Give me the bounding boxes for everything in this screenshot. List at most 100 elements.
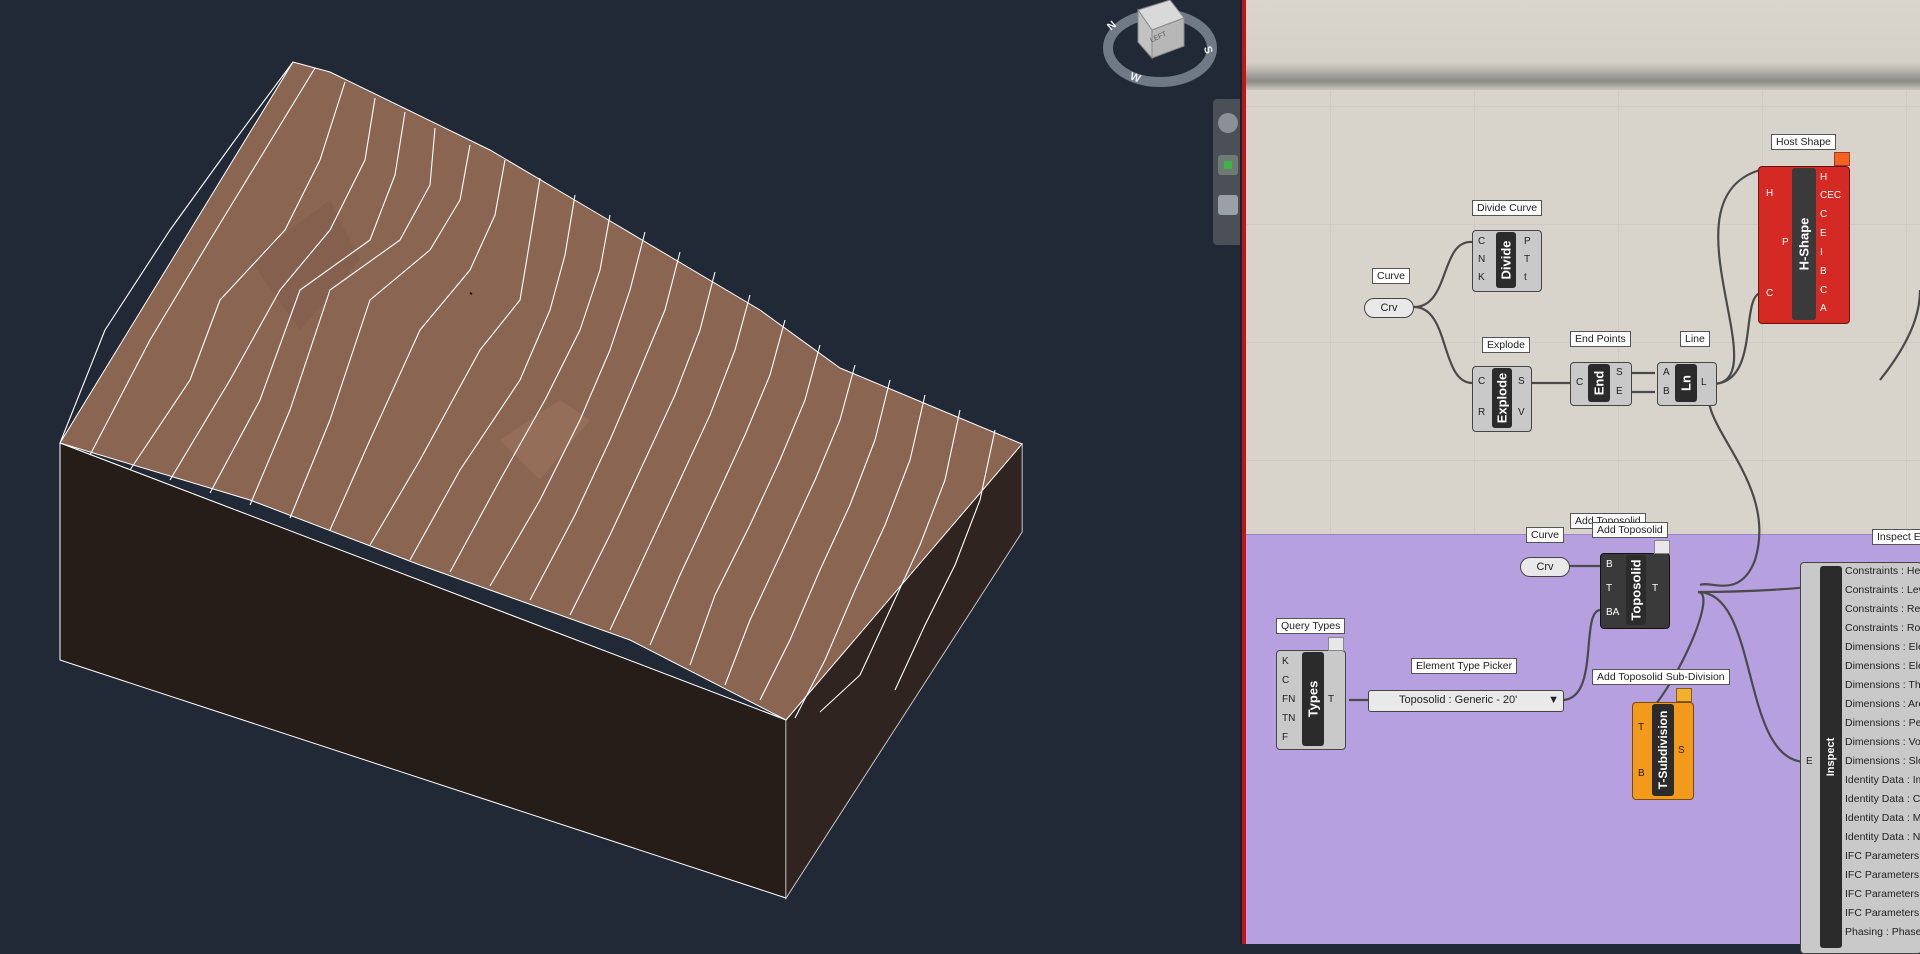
line-title: Line	[1680, 331, 1710, 347]
input-port[interactable]: F	[1282, 732, 1288, 744]
output-port[interactable]: P	[1524, 236, 1531, 248]
navigation-bar	[1213, 99, 1243, 245]
input-port[interactable]: C	[1576, 377, 1583, 389]
inspect-output[interactable]: Dimensions : Slo	[1845, 755, 1920, 767]
inspect-output[interactable]: Constraints : Rel	[1845, 603, 1920, 615]
inspect-output[interactable]: Identity Data : N	[1845, 831, 1920, 843]
output-port[interactable]: E	[1820, 228, 1827, 240]
curve-param[interactable]: Crv	[1364, 298, 1414, 318]
input-port[interactable]: K	[1282, 656, 1289, 668]
inspect-output[interactable]: IFC Parameters :	[1845, 869, 1920, 881]
output-port[interactable]: S	[1518, 376, 1525, 388]
inspect-output[interactable]: IFC Parameters :	[1845, 907, 1920, 919]
query-types-component[interactable]: Types K C FN TN F T	[1276, 650, 1346, 750]
query-types-preview-icon[interactable]	[1328, 637, 1344, 651]
orbit-icon[interactable]	[1218, 195, 1238, 215]
input-port[interactable]: H	[1766, 188, 1773, 200]
output-port[interactable]: CEC	[1820, 190, 1841, 202]
inspect-output[interactable]: Identity Data : Im	[1845, 774, 1920, 786]
input-port[interactable]: BA	[1606, 607, 1619, 619]
divide-curve-title: Divide Curve	[1472, 200, 1543, 216]
explode-component[interactable]: Explode C R S V	[1472, 366, 1532, 432]
inspect-name: Inspect	[1825, 737, 1837, 777]
add-subdivision-component[interactable]: T-Subdivision T B S	[1632, 702, 1694, 800]
inspect-output[interactable]: IFC Parameters :	[1845, 888, 1920, 900]
input-port[interactable]: C	[1766, 288, 1773, 300]
element-type-picker-value: Toposolid : Generic - 20'	[1399, 694, 1518, 706]
input-port[interactable]: A	[1663, 367, 1670, 379]
divide-curve-component[interactable]: Divide C N K P T t	[1472, 230, 1542, 292]
host-shape-preview-icon[interactable]	[1834, 152, 1850, 166]
inspect-output[interactable]: Constraints : He	[1845, 565, 1920, 577]
output-port[interactable]: S	[1616, 367, 1623, 379]
inspect-output[interactable]: Constraints : Lev	[1845, 584, 1920, 596]
add-toposolid-name: Toposolid	[1628, 559, 1644, 621]
host-shape-title: Host Shape	[1771, 134, 1836, 150]
output-port[interactable]: t	[1524, 272, 1527, 284]
add-subdivision-preview-icon[interactable]	[1676, 688, 1692, 702]
input-port[interactable]: T	[1606, 583, 1612, 595]
input-port[interactable]: B	[1638, 768, 1645, 780]
inspect-output[interactable]: Dimensions : Per	[1845, 717, 1920, 729]
input-port[interactable]: K	[1478, 272, 1485, 284]
host-shape-name: H-Shape	[1796, 217, 1812, 271]
output-port[interactable]: B	[1820, 266, 1827, 278]
viewcube[interactable]: LEFT N W S	[1100, 0, 1220, 90]
output-port[interactable]: H	[1820, 172, 1827, 184]
input-port[interactable]: C	[1282, 675, 1289, 687]
line-component[interactable]: Ln A B L	[1657, 362, 1717, 406]
input-port[interactable]: N	[1478, 254, 1485, 266]
input-port[interactable]: TN	[1282, 713, 1295, 725]
element-type-picker[interactable]: Toposolid : Generic - 20' ▼	[1368, 690, 1564, 712]
inspect-output[interactable]: Dimensions : Thi	[1845, 679, 1920, 691]
output-port[interactable]: I	[1820, 247, 1823, 259]
inspect-output[interactable]: Dimensions : Vol	[1845, 736, 1920, 748]
group-header-bar	[1246, 0, 1920, 90]
end-points-name: End	[1591, 370, 1607, 396]
input-port[interactable]: C	[1478, 376, 1485, 388]
input-port[interactable]: B	[1606, 559, 1613, 571]
3d-viewport[interactable]: LEFT N W S	[0, 0, 1240, 944]
output-port[interactable]: C	[1820, 209, 1827, 221]
add-toposolid-component[interactable]: Toposolid B T BA T	[1600, 553, 1670, 629]
end-points-title: End Points	[1570, 331, 1631, 347]
pan-icon[interactable]	[1218, 155, 1238, 175]
query-types-title: Query Types	[1276, 618, 1346, 634]
inspect-component[interactable]: Inspect E	[1800, 562, 1920, 954]
inspect-output[interactable]: Dimensions : Ele	[1845, 641, 1920, 653]
inspect-output[interactable]: Identity Data : Co	[1845, 793, 1920, 805]
output-port[interactable]: T	[1524, 254, 1530, 266]
explode-name: Explode	[1494, 372, 1510, 424]
input-port[interactable]: R	[1478, 407, 1485, 419]
input-port[interactable]: B	[1663, 386, 1670, 398]
output-port[interactable]: V	[1518, 407, 1525, 419]
output-port[interactable]: E	[1616, 386, 1623, 398]
add-toposolid-preview-icon[interactable]	[1654, 540, 1670, 554]
output-port[interactable]: L	[1701, 377, 1707, 389]
inspect-output[interactable]: Constraints : Roo	[1845, 622, 1920, 634]
end-points-component[interactable]: End C S E	[1570, 362, 1632, 406]
inspect-output[interactable]: Dimensions : Are	[1845, 698, 1920, 710]
inspect-title: Inspect E	[1872, 529, 1920, 545]
inspect-output[interactable]: Identity Data : M	[1845, 812, 1920, 824]
output-port[interactable]: T	[1652, 583, 1658, 595]
explode-title: Explode	[1482, 337, 1530, 353]
input-port[interactable]: T	[1638, 722, 1644, 734]
host-shape-component[interactable]: H-Shape H P C H CEC C E I B C A	[1758, 166, 1850, 324]
inspect-output[interactable]: Dimensions : Ele	[1845, 660, 1920, 672]
curve-param-title-2: Curve	[1526, 527, 1565, 543]
output-port[interactable]: A	[1820, 303, 1827, 315]
input-port[interactable]: P	[1782, 237, 1789, 249]
inspect-output[interactable]: Phasing : Phase	[1845, 926, 1920, 938]
input-port[interactable]: C	[1478, 236, 1485, 248]
inspect-output[interactable]: IFC Parameters :	[1845, 850, 1920, 862]
curve-param-2[interactable]: Crv	[1520, 557, 1570, 577]
line-name: Ln	[1678, 375, 1694, 391]
steering-wheel-icon[interactable]	[1218, 113, 1238, 133]
input-port[interactable]: FN	[1282, 694, 1295, 706]
input-port[interactable]: E	[1806, 756, 1813, 768]
output-port[interactable]: C	[1820, 285, 1827, 297]
output-port[interactable]: S	[1678, 745, 1685, 757]
output-port[interactable]: T	[1328, 694, 1334, 706]
dropdown-arrow-icon[interactable]: ▼	[1548, 694, 1559, 706]
